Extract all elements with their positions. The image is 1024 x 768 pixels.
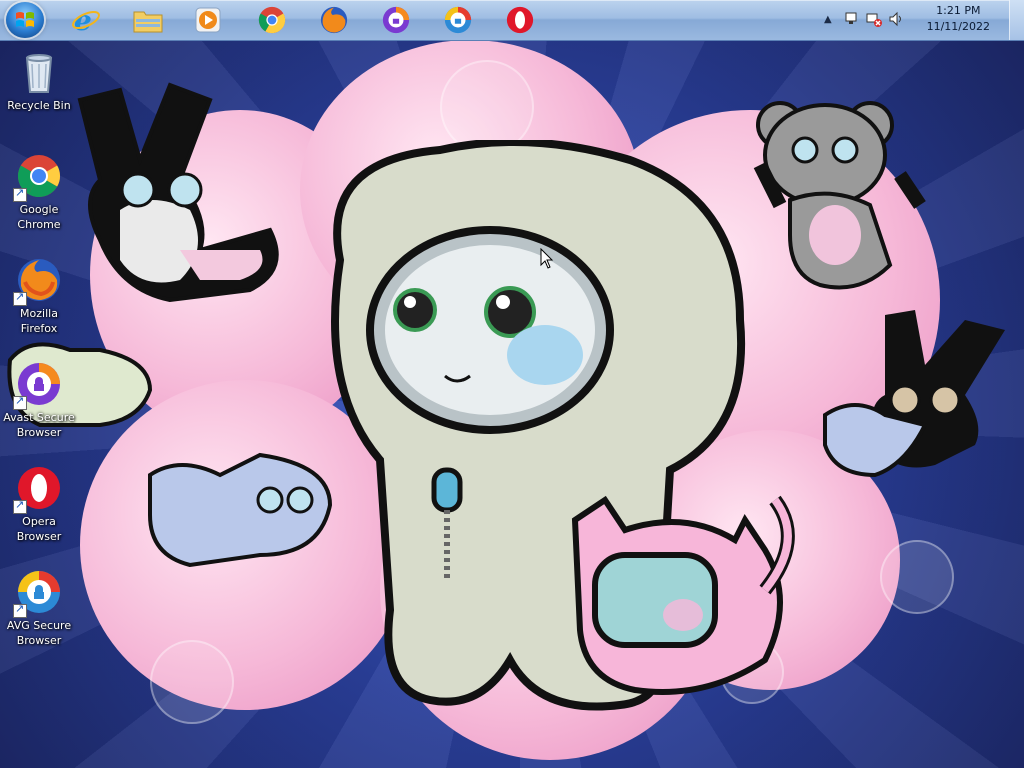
taskbar-clock[interactable]: 1:21 PM 11/11/2022 [927, 3, 990, 35]
taskbar: e ▲ 1:21 PM 11/11/2022 [0, 0, 1024, 41]
desktop-icon-recycle-bin[interactable]: Recycle Bin [2, 48, 76, 113]
recycle-bin-icon [15, 48, 63, 96]
taskbar-chrome[interactable] [252, 2, 292, 38]
avast-browser-icon [13, 360, 63, 410]
desktop-icon-label: Mozilla Firefox [20, 307, 58, 335]
start-button[interactable] [6, 2, 44, 38]
avg-browser-icon [13, 568, 63, 618]
avast-browser-icon [382, 6, 410, 34]
clock-date: 11/11/2022 [926, 20, 990, 33]
volume-icon[interactable] [888, 11, 904, 27]
clock-time: 1:21 PM [936, 4, 981, 17]
desktop-icon-opera[interactable]: Opera Browser [2, 464, 76, 544]
desktop-icon-avg-browser[interactable]: AVG Secure Browser [2, 568, 76, 648]
desktop-icon-label: Avast Secure Browser [3, 411, 75, 439]
shortcut-arrow-icon [13, 498, 27, 514]
windows-logo-icon [16, 12, 34, 27]
desktop-screen: Recycle Bin Google Chrome [0, 0, 1024, 768]
system-tray: ▲ 1:21 PM 11/11/2022 [820, 0, 1010, 40]
wallpaper-blue-bear-graphic [148, 452, 333, 568]
desktop-icon-label: Recycle Bin [7, 99, 71, 112]
show-desktop-button[interactable] [1009, 0, 1024, 40]
firefox-icon [13, 256, 63, 306]
shortcut-arrow-icon [13, 290, 27, 306]
opera-icon [13, 464, 63, 514]
shortcut-arrow-icon [13, 394, 27, 410]
taskbar-firefox[interactable] [314, 2, 354, 38]
media-player-icon [195, 7, 221, 33]
action-center-flag-icon[interactable] [844, 11, 860, 27]
shortcut-arrow-icon [13, 602, 27, 618]
taskbar-internet-explorer[interactable]: e [66, 2, 106, 38]
taskbar-file-explorer[interactable] [128, 2, 168, 38]
desktop-icon-chrome[interactable]: Google Chrome [2, 152, 76, 232]
avg-browser-icon [444, 6, 472, 34]
taskbar-avg-browser[interactable] [438, 2, 478, 38]
desktop-icon-label: Google Chrome [17, 203, 61, 231]
file-explorer-icon [133, 11, 163, 33]
taskbar-opera[interactable] [500, 2, 540, 38]
internet-explorer-icon: e [72, 5, 100, 35]
shortcut-arrow-icon [13, 186, 27, 202]
wallpaper-cat-graphic [571, 495, 795, 695]
desktop-wallpaper [0, 0, 1024, 768]
chrome-icon [258, 6, 286, 34]
desktop-icon-label: Opera Browser [16, 515, 62, 543]
desktop-icon-avast-browser[interactable]: Avast Secure Browser [2, 360, 76, 440]
taskbar-avast-browser[interactable] [376, 2, 416, 38]
wallpaper-bunny-graphic [77, 82, 279, 303]
mouse-cursor-icon [540, 248, 554, 269]
show-hidden-icons-button[interactable]: ▲ [824, 14, 832, 25]
firefox-icon [320, 6, 348, 34]
wallpaper-bunny-right-graphic [823, 310, 1005, 478]
wallpaper-bear-graphic [753, 101, 926, 290]
chrome-icon [13, 152, 63, 202]
taskbar-media-player[interactable] [188, 2, 228, 38]
network-icon[interactable] [866, 11, 882, 27]
opera-icon [506, 6, 534, 34]
desktop-icon-label: AVG Secure Browser [6, 619, 72, 647]
desktop-icon-firefox[interactable]: Mozilla Firefox [2, 256, 76, 336]
